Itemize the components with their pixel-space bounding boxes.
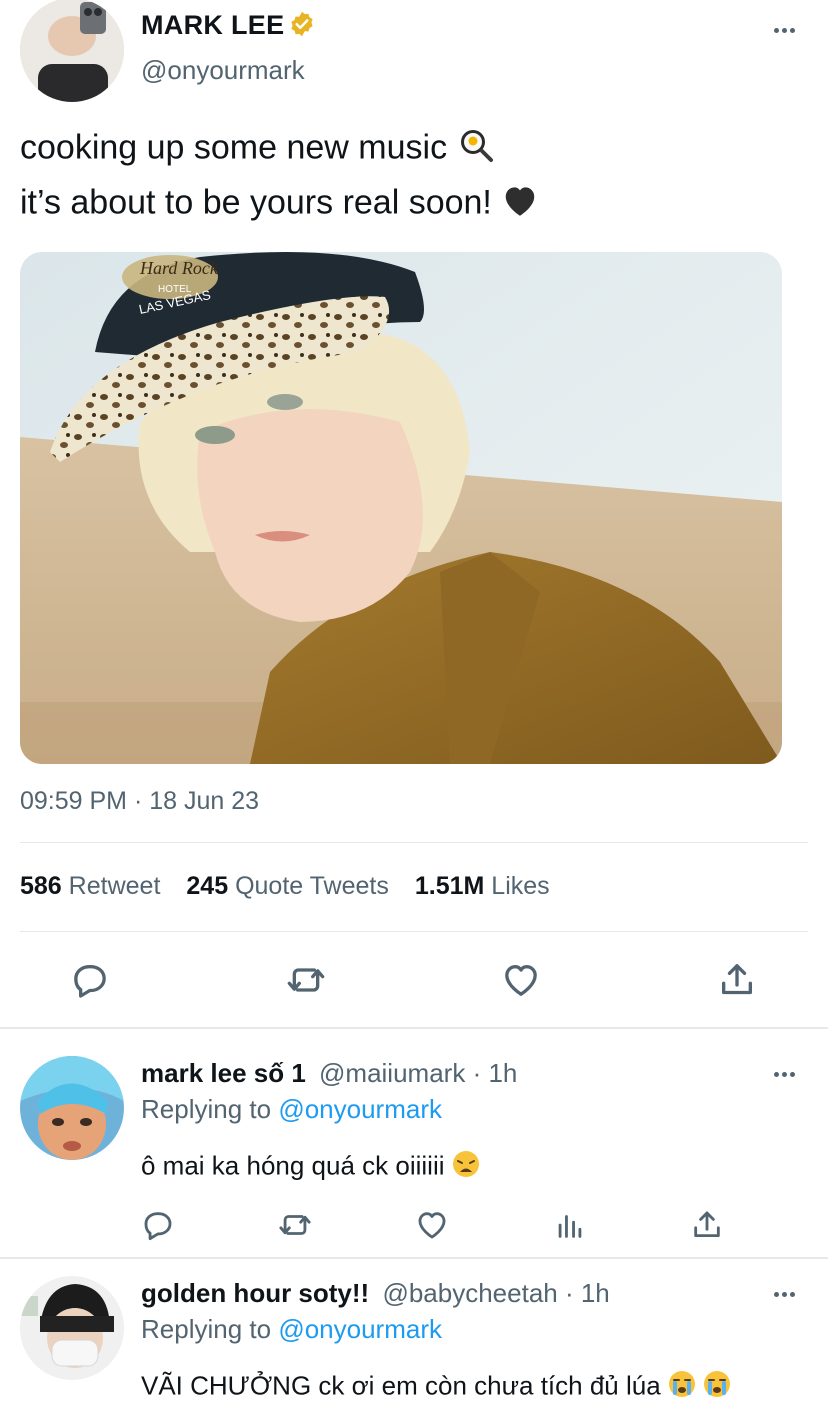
author-name[interactable]: MARK LEE xyxy=(141,10,284,41)
replying-to: Replying to @onyourmark xyxy=(141,1094,442,1125)
retweets-stat[interactable]: 586 Retweet xyxy=(20,872,160,901)
section-divider xyxy=(0,1027,828,1029)
author-avatar[interactable] xyxy=(20,0,124,102)
replying-to-label: Replying to xyxy=(141,1094,272,1124)
loudly-crying-face-icon xyxy=(668,1370,696,1405)
loudly-crying-face-icon xyxy=(703,1370,731,1405)
reply-author-handle[interactable]: @maiiumark xyxy=(319,1058,465,1088)
divider xyxy=(20,842,808,843)
tweet-stats: 586 Retweet 245 Quote Tweets 1.51M Likes xyxy=(20,872,550,901)
reply-text-content: ô mai ka hóng quá ck oiiiiii xyxy=(141,1150,445,1181)
black-heart-icon xyxy=(501,182,539,227)
tweet-photo[interactable]: Hard Rock HOTEL LAS VEGAS xyxy=(20,252,782,764)
reply-text: ô mai ka hóng quá ck oiiiiii xyxy=(141,1150,480,1185)
tweet-text-line-2: it’s about to be yours real soon! xyxy=(20,182,539,227)
retweets-label: Retweet xyxy=(68,872,161,900)
replying-to: Replying to @onyourmark xyxy=(141,1314,442,1345)
reply-avatar[interactable] xyxy=(20,1056,124,1160)
reply-icon[interactable] xyxy=(70,960,110,1005)
reply-avatar-image xyxy=(20,1056,124,1160)
frying-pan-egg-icon xyxy=(457,126,495,173)
more-options-icon[interactable] xyxy=(774,28,795,33)
like-icon[interactable] xyxy=(501,960,541,1005)
retweet-icon[interactable] xyxy=(286,960,326,1005)
quote-tweets-stat[interactable]: 245 Quote Tweets xyxy=(186,872,388,901)
share-icon[interactable] xyxy=(717,960,757,1005)
tweet-text-line-1-content: cooking up some new music xyxy=(20,128,448,167)
section-divider xyxy=(0,1257,828,1259)
reply-avatar-image xyxy=(20,1276,124,1380)
reply-time: · 1h xyxy=(472,1058,518,1088)
divider xyxy=(20,931,808,932)
retweet-icon[interactable] xyxy=(278,1208,312,1247)
cap-brand-text: Hard Rock xyxy=(139,258,219,278)
likes-stat[interactable]: 1.51M Likes xyxy=(415,872,550,901)
verified-badge-icon xyxy=(288,10,316,43)
tweet-photo-image: Hard Rock HOTEL LAS VEGAS xyxy=(20,252,782,764)
retweets-count: 586 xyxy=(20,872,62,900)
quote-tweets-label: Quote Tweets xyxy=(235,872,389,900)
share-icon[interactable] xyxy=(690,1208,724,1247)
reply-author-name[interactable]: golden hour soty!! xyxy=(141,1278,369,1308)
author-avatar-image xyxy=(20,0,124,102)
tweet-text-line-2-content: it’s about to be yours real soon! xyxy=(20,183,492,222)
replying-to-link[interactable]: @onyourmark xyxy=(278,1314,442,1344)
reply-header: golden hour soty!! @babycheetah · 1h xyxy=(141,1278,610,1309)
reply-time: · 1h xyxy=(564,1278,610,1308)
like-icon[interactable] xyxy=(415,1208,449,1247)
reply-author-name[interactable]: mark lee số 1 xyxy=(141,1058,306,1088)
reply-text-content: VÃI CHƯỞNG ck ơi em còn chưa tích đủ lúa xyxy=(141,1370,661,1401)
likes-count: 1.51M xyxy=(414,872,485,900)
reply-avatar[interactable] xyxy=(20,1276,124,1380)
weary-face-icon xyxy=(452,1150,480,1185)
author-handle[interactable]: @onyourmark xyxy=(141,55,305,86)
replying-to-link[interactable]: @onyourmark xyxy=(278,1094,442,1124)
reply-author-handle[interactable]: @babycheetah xyxy=(382,1278,557,1308)
analytics-icon[interactable] xyxy=(553,1208,587,1247)
more-options-icon[interactable] xyxy=(774,1292,795,1297)
tweet-text-line-1: cooking up some new music xyxy=(20,126,495,173)
reply-header: mark lee số 1 @maiiumark · 1h xyxy=(141,1058,517,1089)
likes-label: Likes xyxy=(491,872,550,900)
reply-icon[interactable] xyxy=(141,1208,175,1247)
replying-to-label: Replying to xyxy=(141,1314,272,1344)
more-options-icon[interactable] xyxy=(774,1072,795,1077)
reply-text: VÃI CHƯỞNG ck ơi em còn chưa tích đủ lúa xyxy=(141,1370,731,1405)
tweet-timestamp[interactable]: 09:59 PM · 18 Jun 23 xyxy=(20,787,259,816)
quote-tweets-count: 245 xyxy=(186,872,229,900)
